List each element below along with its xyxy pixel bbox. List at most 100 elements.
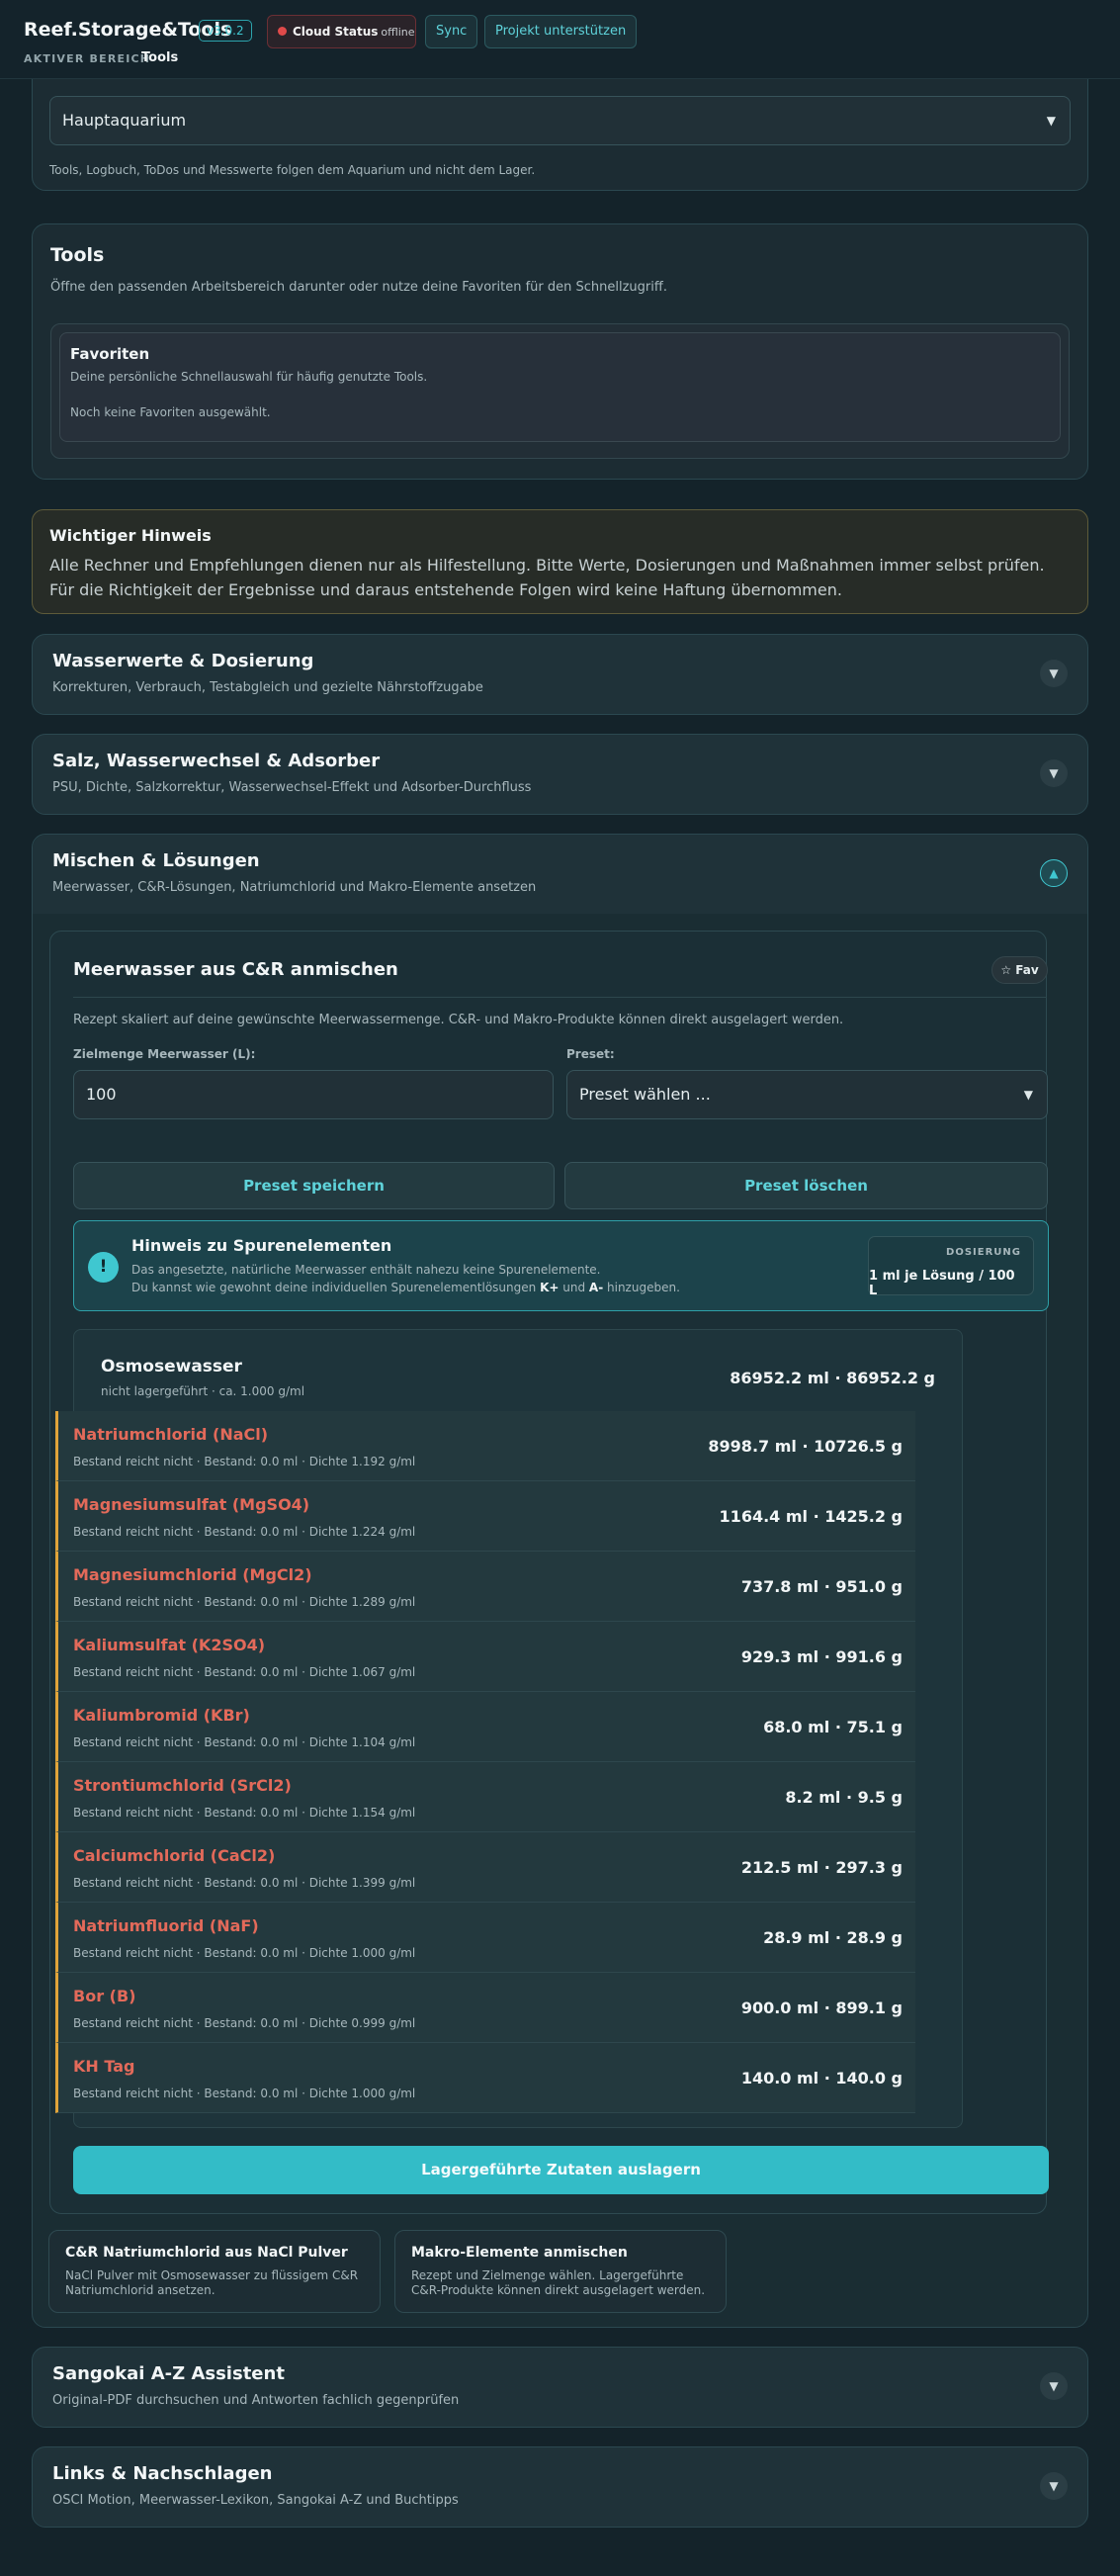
aquarium-select-value: Hauptaquarium bbox=[62, 111, 187, 130]
trace-k: K+ bbox=[540, 1281, 560, 1294]
ingredient-name: Kaliumsulfat (K2SO4) bbox=[73, 1636, 266, 1654]
cloud-status[interactable]: Cloud Status offline bbox=[267, 15, 416, 48]
cloud-status-state: offline bbox=[381, 26, 415, 39]
ingredient-name: Calciumchlorid (CaCl2) bbox=[73, 1846, 276, 1865]
target-input-value: 100 bbox=[86, 1085, 117, 1104]
section-links[interactable]: Links & Nachschlagen OSCI Motion, Meerwa… bbox=[32, 2446, 1088, 2528]
subtool-desc: NaCl Pulver mit Osmosewasser zu flüssige… bbox=[65, 2268, 359, 2297]
water-name: Osmosewasser bbox=[101, 1357, 242, 1377]
remove-stock-button[interactable]: Lagergeführte Zutaten auslagern bbox=[73, 2146, 1049, 2194]
save-preset-button[interactable]: Preset speichern bbox=[73, 1162, 555, 1209]
ingredient-row: Strontiumchlorid (SrCl2) Bestand reicht n… bbox=[55, 1762, 915, 1832]
chevron-down-icon[interactable]: ▼ bbox=[1040, 2472, 1068, 2500]
active-area-label: AKTIVER BEREICH bbox=[24, 52, 151, 65]
trace-line-2: Du kannst wie gewohnt deine individuelle… bbox=[131, 1281, 680, 1294]
aquarium-select[interactable]: Hauptaquarium ▼ bbox=[49, 96, 1071, 145]
section-sangokai[interactable]: Sangokai A-Z Assistent Original-PDF durc… bbox=[32, 2347, 1088, 2428]
target-label: Zielmenge Meerwasser (L): bbox=[73, 1047, 256, 1061]
ingredient-meta: Bestand reicht nicht · Bestand: 0.0 ml ·… bbox=[73, 1735, 416, 1749]
ingredient-value: 212.5 ml · 297.3 g bbox=[740, 1858, 903, 1877]
ingredient-value: 929.3 ml · 991.6 g bbox=[740, 1647, 903, 1666]
favorites-panel: Favoriten Deine persönliche Schnellauswa… bbox=[50, 323, 1070, 459]
trace-line-2-end: hinzugeben. bbox=[607, 1281, 680, 1294]
ingredient-row: KH Tag Bestand reicht nicht · Bestand: 0.… bbox=[55, 2043, 915, 2113]
ingredient-name: KH Tag bbox=[73, 2057, 135, 2076]
mix-description: Rezept skaliert auf deine gewünschte Mee… bbox=[73, 1013, 844, 1027]
ingredient-meta: Bestand reicht nicht · Bestand: 0.0 ml ·… bbox=[73, 1876, 416, 1890]
favorites-empty: Noch keine Favoriten ausgewählt. bbox=[70, 405, 271, 419]
divider bbox=[73, 997, 1047, 998]
delete-preset-button[interactable]: Preset löschen bbox=[564, 1162, 1048, 1209]
ingredient-name: Natriumfluorid (NaF) bbox=[73, 1916, 259, 1935]
section-subtitle: PSU, Dichte, Salzkorrektur, Wasserwechse… bbox=[52, 780, 532, 795]
fav-button[interactable]: ☆ Fav bbox=[991, 956, 1048, 984]
preset-select[interactable]: Preset wählen ... ▼ bbox=[566, 1070, 1048, 1119]
target-input[interactable]: 100 bbox=[73, 1070, 554, 1119]
exclamation-icon: ! bbox=[88, 1252, 119, 1283]
support-button[interactable]: Projekt unterstützen bbox=[484, 15, 638, 48]
section-subtitle: Original-PDF durchsuchen und Antworten f… bbox=[52, 2393, 460, 2408]
favorites-subtitle: Deine persönliche Schnellauswahl für häu… bbox=[70, 370, 428, 384]
trace-title: Hinweis zu Spurenelementen bbox=[131, 1236, 392, 1255]
ingredient-name: Magnesiumchlorid (MgCl2) bbox=[73, 1565, 312, 1584]
ingredient-value: 140.0 ml · 140.0 g bbox=[740, 2069, 903, 2087]
ingredient-name: Natriumchlorid (NaCl) bbox=[73, 1425, 269, 1444]
ingredient-meta: Bestand reicht nicht · Bestand: 0.0 ml ·… bbox=[73, 1595, 416, 1609]
trace-line-1: Das angesetzte, natürliche Meerwasser en… bbox=[131, 1263, 601, 1277]
section-title: Salz, Wasserwechsel & Adsorber bbox=[52, 751, 381, 771]
ingredient-row: Magnesiumchlorid (MgCl2) Bestand reicht n… bbox=[55, 1552, 915, 1622]
ingredient-name: Magnesiumsulfat (MgSO4) bbox=[73, 1495, 310, 1514]
favorites-title: Favoriten bbox=[70, 345, 150, 363]
subtool-nacl[interactable]: C&R Natriumchlorid aus NaCl Pulver NaCl … bbox=[48, 2230, 381, 2313]
notice-title: Wichtiger Hinweis bbox=[49, 526, 212, 545]
subtool-title: C&R Natriumchlorid aus NaCl Pulver bbox=[65, 2245, 348, 2261]
chevron-down-icon[interactable]: ▼ bbox=[1040, 660, 1068, 687]
ingredient-meta: Bestand reicht nicht · Bestand: 0.0 ml ·… bbox=[73, 1455, 416, 1468]
version-badge: v3.0.2 bbox=[199, 20, 252, 42]
trace-line-2-text: Du kannst wie gewohnt deine individuelle… bbox=[131, 1281, 537, 1294]
ingredient-meta: Bestand reicht nicht · Bestand: 0.0 ml ·… bbox=[73, 1806, 416, 1820]
preset-label: Preset: bbox=[566, 1047, 615, 1061]
ingredient-value: 1164.4 ml · 1425.2 g bbox=[719, 1507, 903, 1526]
section-salz[interactable]: Salz, Wasserwechsel & Adsorber PSU, Dich… bbox=[32, 734, 1088, 815]
subtool-makro[interactable]: Makro-Elemente anmischen Rezept und Ziel… bbox=[394, 2230, 727, 2313]
favorites-box: Favoriten Deine persönliche Schnellauswa… bbox=[59, 332, 1061, 442]
aquarium-hint: Tools, Logbuch, ToDos und Messwerte folg… bbox=[49, 163, 536, 177]
chevron-down-icon[interactable]: ▼ bbox=[1040, 759, 1068, 787]
dosing-label: DOSIERUNG bbox=[946, 1247, 1021, 1258]
section-subtitle: OSCI Motion, Meerwasser-Lexikon, Sangoka… bbox=[52, 2493, 459, 2508]
section-subtitle: Meerwasser, C&R-Lösungen, Natriumchlorid… bbox=[52, 880, 537, 895]
ingredient-value: 900.0 ml · 899.1 g bbox=[740, 1999, 903, 2017]
preset-select-value: Preset wählen ... bbox=[579, 1085, 711, 1104]
ingredient-value: 28.9 ml · 28.9 g bbox=[763, 1928, 903, 1947]
status-dot-icon bbox=[278, 27, 287, 36]
section-title: Mischen & Lösungen bbox=[52, 850, 260, 871]
water-meta: nicht lagergeführt · ca. 1.000 g/ml bbox=[101, 1384, 305, 1398]
important-notice: Wichtiger Hinweis Alle Rechner und Empfe… bbox=[32, 509, 1088, 614]
ingredient-row: Natriumchlorid (NaCl) Bestand reicht nich… bbox=[55, 1411, 915, 1481]
ingredient-row: Calciumchlorid (CaCl2) Bestand reicht nic… bbox=[55, 1832, 915, 1903]
chevron-down-icon: ▼ bbox=[1046, 114, 1056, 128]
trace-und: und bbox=[562, 1281, 586, 1294]
ingredient-name: Kaliumbromid (KBr) bbox=[73, 1706, 250, 1725]
chevron-down-icon[interactable]: ▼ bbox=[1040, 2372, 1068, 2400]
ingredient-row: Kaliumsulfat (K2SO4) Bestand reicht nicht… bbox=[55, 1622, 915, 1692]
dosing-value: 1 ml je Lösung / 100 L bbox=[869, 1269, 1015, 1298]
tools-title: Tools bbox=[50, 244, 105, 266]
section-header[interactable]: Mischen & Lösungen Meerwasser, C&R-Lösun… bbox=[33, 835, 1087, 914]
section-wasserwerte[interactable]: Wasserwerte & Dosierung Korrekturen, Ver… bbox=[32, 634, 1088, 715]
ingredient-name: Bor (B) bbox=[73, 1987, 136, 2005]
chevron-up-icon[interactable]: ▲ bbox=[1040, 859, 1068, 887]
section-title: Sangokai A-Z Assistent bbox=[52, 2363, 285, 2384]
sync-button[interactable]: Sync bbox=[425, 15, 478, 48]
mix-title: Meerwasser aus C&R anmischen bbox=[73, 959, 398, 980]
ingredient-meta: Bestand reicht nicht · Bestand: 0.0 ml ·… bbox=[73, 1525, 416, 1539]
ingredient-value: 68.0 ml · 75.1 g bbox=[763, 1718, 903, 1736]
section-subtitle: Korrekturen, Verbrauch, Testabgleich und… bbox=[52, 680, 483, 695]
dosing-box: DOSIERUNG 1 ml je Lösung / 100 L bbox=[868, 1236, 1034, 1298]
ingredient-value: 737.8 ml · 951.0 g bbox=[740, 1577, 903, 1596]
ingredient-meta: Bestand reicht nicht · Bestand: 0.0 ml ·… bbox=[73, 1946, 416, 1960]
section-title: Wasserwerte & Dosierung bbox=[52, 651, 314, 671]
subtool-desc: Rezept und Zielmenge wählen. Lagergeführ… bbox=[411, 2268, 706, 2297]
notice-text: Alle Rechner und Empfehlungen dienen nur… bbox=[49, 556, 1045, 599]
